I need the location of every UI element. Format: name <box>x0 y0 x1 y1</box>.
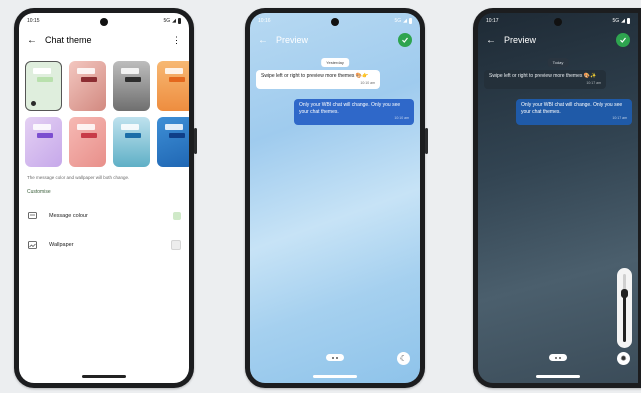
signal-icon: ◢ <box>172 18 176 24</box>
incoming-text: Swipe left or right to preview more them… <box>261 73 369 79</box>
theme-tile[interactable] <box>25 117 62 167</box>
chat-theme-screen: 10:15 5G ◢ ← Chat theme ⋮ The message col… <box>19 13 189 383</box>
network-label: 5G <box>163 18 171 24</box>
moon-icon: ☾ <box>399 354 408 363</box>
preview-screen-dark: 10:17 5G ◢ ← Preview Today Swipe left or … <box>478 13 638 383</box>
theme-note: The message color and wallpaper will bot… <box>27 175 130 180</box>
date-chip: Yesterday <box>321 58 349 67</box>
outgoing-time: 10:10 am <box>394 116 409 120</box>
slider-knob[interactable] <box>621 289 628 298</box>
date-chip: Today <box>547 58 569 67</box>
front-camera <box>100 18 108 26</box>
home-indicator[interactable] <box>82 375 126 378</box>
theme-tile[interactable] <box>157 61 189 111</box>
colour-swatch <box>173 212 181 220</box>
theme-grid <box>25 61 189 167</box>
front-camera <box>554 18 562 26</box>
outgoing-time: 10:17 am <box>612 116 627 120</box>
back-arrow-icon[interactable]: ← <box>258 35 268 46</box>
signal-icon: ◢ <box>621 18 625 24</box>
preview-bar: ← Preview <box>250 30 420 50</box>
brightness-toggle[interactable]: ✹ <box>617 352 630 365</box>
page-title: Chat theme <box>45 35 92 45</box>
outgoing-text: Only your WBI chat will change. Only you… <box>299 102 401 115</box>
theme-tile[interactable] <box>25 61 62 111</box>
message-colour-icon <box>27 212 37 220</box>
theme-tile[interactable] <box>113 61 150 111</box>
status-time: 10:16 <box>258 18 271 24</box>
selected-indicator-icon <box>31 101 36 106</box>
status-time: 10:17 <box>486 18 499 24</box>
signal-icon: ◢ <box>403 18 407 24</box>
phone-chat-theme: 10:15 5G ◢ ← Chat theme ⋮ The message col… <box>14 8 197 388</box>
theme-tile[interactable] <box>69 117 106 167</box>
section-label: Customise <box>27 189 51 195</box>
theme-tile[interactable] <box>113 117 150 167</box>
front-camera <box>331 18 339 26</box>
page-title: Preview <box>276 35 309 45</box>
status-time: 10:15 <box>27 18 40 24</box>
brightness-slider[interactable] <box>617 268 632 348</box>
page-title: Preview <box>504 35 537 45</box>
preview-bar: ← Preview <box>478 30 638 50</box>
home-indicator[interactable] <box>536 375 580 378</box>
outgoing-text: Only your WBI chat will change. Only you… <box>521 102 623 115</box>
sun-icon: ✹ <box>620 354 627 363</box>
preview-screen-light: 10:16 5G ◢ ← Preview Yesterday Swipe left… <box>250 13 420 383</box>
incoming-time: 10:17 am <box>586 80 601 85</box>
page-dots[interactable] <box>549 354 567 361</box>
outgoing-bubble: Only your WBI chat will change. Only you… <box>294 99 414 125</box>
theme-tile[interactable] <box>69 61 106 111</box>
battery-icon <box>409 18 412 24</box>
battery-icon <box>178 18 181 24</box>
wallpaper-swatch <box>171 240 181 250</box>
slider-fill <box>623 294 626 342</box>
wallpaper-label: Wallpaper <box>49 242 74 248</box>
incoming-time: 10:10 am <box>360 80 375 85</box>
network-label: 5G <box>612 18 620 24</box>
outgoing-bubble: Only your WBI chat will change. Only you… <box>516 99 632 125</box>
incoming-bubble: Swipe left or right to preview more them… <box>484 70 606 89</box>
back-arrow-icon[interactable]: ← <box>486 35 496 46</box>
theme-tile[interactable] <box>157 117 189 167</box>
message-colour-row[interactable]: Message colour <box>27 209 181 223</box>
wallpaper-icon <box>27 241 37 249</box>
app-bar: ← Chat theme ⋮ <box>19 30 189 50</box>
battery-icon <box>627 18 630 24</box>
phone-preview-light: 10:16 5G ◢ ← Preview Yesterday Swipe left… <box>245 8 428 388</box>
phone-preview-dark: 10:17 5G ◢ ← Preview Today Swipe left or … <box>473 8 641 388</box>
more-options-icon[interactable]: ⋮ <box>172 35 181 46</box>
back-arrow-icon[interactable]: ← <box>27 35 37 46</box>
incoming-bubble: Swipe left or right to preview more them… <box>256 70 380 89</box>
dark-mode-toggle[interactable]: ☾ <box>397 352 410 365</box>
incoming-text: Swipe left or right to preview more them… <box>489 73 597 79</box>
home-indicator[interactable] <box>313 375 357 378</box>
wallpaper-row[interactable]: Wallpaper <box>27 238 181 252</box>
network-label: 5G <box>394 18 402 24</box>
page-dots[interactable] <box>326 354 344 361</box>
confirm-check-icon[interactable] <box>616 33 630 47</box>
confirm-check-icon[interactable] <box>398 33 412 47</box>
message-colour-label: Message colour <box>49 213 88 219</box>
